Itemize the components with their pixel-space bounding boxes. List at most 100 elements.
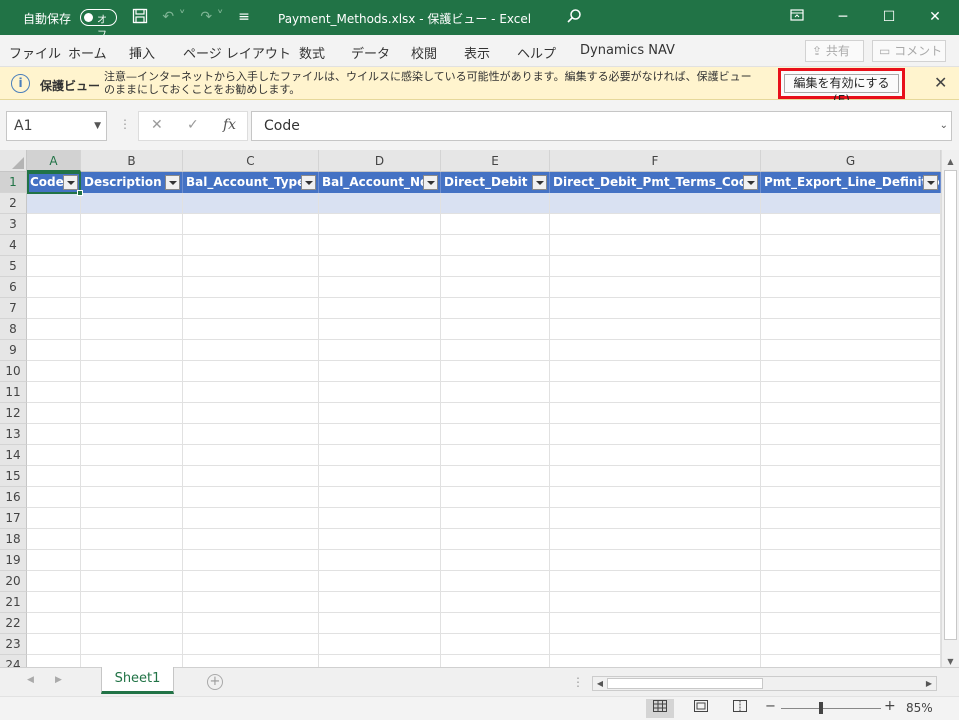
page-layout-view-icon[interactable] xyxy=(687,699,715,718)
row-header-18[interactable]: 18 xyxy=(0,529,27,550)
column-header-g[interactable]: G xyxy=(761,150,941,172)
cell[interactable] xyxy=(81,340,183,361)
cell[interactable] xyxy=(761,487,941,508)
cell[interactable] xyxy=(27,445,81,466)
cell[interactable] xyxy=(441,424,550,445)
cell[interactable] xyxy=(319,298,441,319)
row-header-7[interactable]: 7 xyxy=(0,298,27,319)
cell[interactable] xyxy=(27,571,81,592)
cell[interactable] xyxy=(761,193,941,214)
cell[interactable] xyxy=(441,277,550,298)
cell[interactable] xyxy=(81,403,183,424)
cell[interactable] xyxy=(761,277,941,298)
cell[interactable] xyxy=(441,193,550,214)
cell[interactable] xyxy=(183,361,319,382)
cell[interactable] xyxy=(319,655,441,667)
zoom-level[interactable]: 85% xyxy=(906,701,933,715)
cell[interactable] xyxy=(550,466,761,487)
cell[interactable] xyxy=(761,382,941,403)
row-header-14[interactable]: 14 xyxy=(0,445,27,466)
cell[interactable] xyxy=(81,235,183,256)
row-header-22[interactable]: 22 xyxy=(0,613,27,634)
row-header-6[interactable]: 6 xyxy=(0,277,27,298)
cell[interactable] xyxy=(27,193,81,214)
cell[interactable] xyxy=(183,634,319,655)
tab-dynamics-nav[interactable]: Dynamics NAV xyxy=(580,43,675,58)
cell[interactable] xyxy=(550,445,761,466)
cell[interactable] xyxy=(27,529,81,550)
row-header-3[interactable]: 3 xyxy=(0,214,27,235)
cell[interactable] xyxy=(183,256,319,277)
horizontal-scrollbar[interactable]: ◀ ▶ xyxy=(592,676,937,691)
cell[interactable] xyxy=(319,508,441,529)
search-icon[interactable] xyxy=(564,8,584,27)
cell[interactable] xyxy=(183,424,319,445)
autosave-toggle[interactable]: オフ xyxy=(80,9,117,41)
cell[interactable] xyxy=(27,466,81,487)
table-header-cell[interactable]: Direct_Debit_Pmt_Terms_Code xyxy=(550,172,761,193)
row-header-16[interactable]: 16 xyxy=(0,487,27,508)
filter-dropdown-icon[interactable] xyxy=(165,175,180,190)
cell[interactable] xyxy=(27,403,81,424)
cell[interactable] xyxy=(183,508,319,529)
close-bar-icon[interactable]: ✕ xyxy=(934,73,947,92)
cell[interactable] xyxy=(441,571,550,592)
cell[interactable] xyxy=(81,592,183,613)
filter-dropdown-icon[interactable] xyxy=(532,175,547,190)
cell[interactable] xyxy=(761,634,941,655)
sheet-tab-sheet1[interactable]: Sheet1 xyxy=(101,667,174,694)
cell[interactable] xyxy=(81,487,183,508)
cell[interactable] xyxy=(761,235,941,256)
cell[interactable] xyxy=(550,382,761,403)
scroll-left-icon[interactable]: ◀ xyxy=(593,677,607,690)
name-box[interactable]: A1 ▼ xyxy=(6,111,107,141)
vertical-scroll-thumb[interactable] xyxy=(944,170,957,640)
undo-icon[interactable]: ↶ ˅ xyxy=(160,8,188,27)
cell[interactable] xyxy=(441,382,550,403)
cell[interactable] xyxy=(441,256,550,277)
column-header-e[interactable]: E xyxy=(441,150,550,172)
cell[interactable] xyxy=(441,445,550,466)
cell[interactable] xyxy=(27,550,81,571)
cell[interactable] xyxy=(183,214,319,235)
cell[interactable] xyxy=(441,655,550,667)
cell[interactable] xyxy=(319,214,441,235)
cell[interactable] xyxy=(27,487,81,508)
cell[interactable] xyxy=(27,361,81,382)
cell[interactable] xyxy=(441,235,550,256)
cell[interactable] xyxy=(183,550,319,571)
cell[interactable] xyxy=(761,592,941,613)
cell[interactable] xyxy=(761,445,941,466)
cell[interactable] xyxy=(81,445,183,466)
tab-data[interactable]: データ xyxy=(351,43,390,62)
cell[interactable] xyxy=(761,508,941,529)
cell[interactable] xyxy=(319,403,441,424)
comment-button[interactable]: ▭ コメント xyxy=(872,40,946,62)
cell[interactable] xyxy=(550,235,761,256)
cell[interactable] xyxy=(27,298,81,319)
column-header-d[interactable]: D xyxy=(319,150,441,172)
insert-function-icon[interactable]: fx xyxy=(223,117,236,133)
page-break-preview-icon[interactable] xyxy=(726,699,754,718)
customize-toolbar-icon[interactable]: ≡ xyxy=(235,8,253,27)
formula-input[interactable]: Code ⌄ xyxy=(251,111,952,141)
cell[interactable] xyxy=(319,592,441,613)
cell[interactable] xyxy=(27,214,81,235)
column-header-b[interactable]: B xyxy=(81,150,183,172)
cell[interactable] xyxy=(550,550,761,571)
scroll-up-icon[interactable]: ▲ xyxy=(942,153,959,170)
minimize-icon[interactable]: ─ xyxy=(820,0,866,35)
tab-insert[interactable]: 挿入 xyxy=(129,43,155,62)
cell[interactable] xyxy=(27,508,81,529)
cell[interactable] xyxy=(761,298,941,319)
row-header-20[interactable]: 20 xyxy=(0,571,27,592)
cell[interactable] xyxy=(441,466,550,487)
filter-dropdown-icon[interactable] xyxy=(923,175,938,190)
row-header-13[interactable]: 13 xyxy=(0,424,27,445)
cell[interactable] xyxy=(27,655,81,667)
cell[interactable] xyxy=(441,298,550,319)
cell[interactable] xyxy=(27,592,81,613)
select-all-corner[interactable] xyxy=(0,150,27,172)
cell[interactable] xyxy=(761,571,941,592)
cell[interactable] xyxy=(27,634,81,655)
